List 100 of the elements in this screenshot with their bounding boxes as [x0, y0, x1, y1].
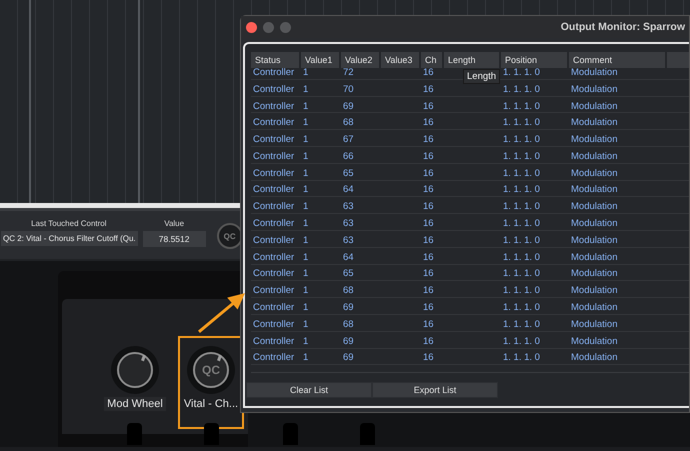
- pad-slot: [204, 423, 219, 445]
- column-header[interactable]: Ch: [421, 52, 442, 68]
- table-cell: Modulation: [571, 150, 618, 162]
- table-cell: 1. 1. 1. 0: [503, 218, 540, 230]
- table-cell: 65: [343, 268, 354, 280]
- column-header[interactable]: Comment: [569, 52, 665, 68]
- table-cell: Modulation: [571, 117, 618, 128]
- table-cell: 68: [343, 117, 354, 128]
- table-cell: 69: [343, 100, 354, 112]
- table-cell: 63: [343, 234, 354, 246]
- table-cell: 1: [303, 168, 308, 179]
- table-cell: Controller: [253, 318, 294, 330]
- table-cell: Modulation: [571, 285, 618, 296]
- table-cell: 1: [303, 318, 308, 330]
- table-cell: 16: [423, 168, 434, 179]
- column-header[interactable]: Value3: [381, 52, 419, 68]
- column-header: [667, 52, 689, 68]
- column-header[interactable]: Status: [251, 52, 299, 68]
- qc-button[interactable]: QC: [216, 223, 243, 249]
- table-cell: Controller: [253, 100, 294, 112]
- table-cell: Modulation: [571, 336, 618, 347]
- table-cell: 16: [423, 134, 434, 146]
- table-cell: 1: [303, 268, 308, 280]
- table-cell: 69: [343, 352, 354, 364]
- table-cell: Controller: [253, 302, 294, 314]
- column-header[interactable]: Position: [501, 52, 567, 68]
- table-cell: Modulation: [571, 268, 618, 280]
- table-cell: 16: [423, 352, 434, 364]
- table-cell: 1. 1. 1. 0: [503, 100, 540, 112]
- table-cell: 1. 1. 1. 0: [503, 352, 540, 364]
- table-cell: 16: [423, 66, 434, 78]
- table-cell: 1. 1. 1. 0: [503, 66, 540, 78]
- table-cell: 1. 1. 1. 0: [503, 134, 540, 146]
- table-cell: 65: [343, 168, 354, 179]
- table-cell: 16: [423, 336, 434, 347]
- table-cell: 1: [303, 66, 308, 78]
- table-cell: 1. 1. 1. 0: [503, 336, 540, 347]
- table-cell: 63: [343, 218, 354, 230]
- table-cell: Controller: [253, 268, 294, 280]
- table-cell: 1. 1. 1. 0: [503, 252, 540, 263]
- column-header[interactable]: Length: [444, 52, 499, 68]
- table-cell: 72: [343, 66, 354, 78]
- table-cell: Modulation: [571, 66, 618, 78]
- knob-label: Mod Wheel: [104, 397, 166, 411]
- table-cell: Modulation: [571, 302, 618, 314]
- table-cell: Controller: [253, 168, 294, 179]
- table-cell: 68: [343, 318, 354, 330]
- table-cell: 16: [423, 318, 434, 330]
- value-field: 78.5512: [142, 231, 206, 247]
- table-cell: 68: [343, 285, 354, 296]
- last-touched-label: Last Touched Control: [31, 219, 107, 228]
- table-cell: 16: [423, 201, 434, 212]
- table-cell: 16: [423, 234, 434, 246]
- table-cell: 16: [423, 218, 434, 230]
- column-header[interactable]: Value2: [341, 52, 379, 68]
- table-cell: 16: [423, 268, 434, 280]
- table-cell: Controller: [253, 352, 294, 364]
- table-cell: 1: [303, 336, 308, 347]
- table-cell: 1. 1. 1. 0: [503, 201, 540, 212]
- table-cell: Controller: [253, 218, 294, 230]
- table-cell: Controller: [253, 252, 294, 263]
- table-cell: 1. 1. 1. 0: [503, 168, 540, 179]
- list-button[interactable]: Export List: [372, 382, 498, 398]
- table-cell: 16: [423, 150, 434, 162]
- table-cell: 64: [343, 184, 354, 196]
- table-cell: 70: [343, 84, 354, 95]
- close-button[interactable]: [246, 22, 257, 32]
- table-cell: 1: [303, 218, 308, 230]
- table-cell: 1: [303, 201, 308, 212]
- column-header[interactable]: Value1: [301, 52, 339, 68]
- table-cell: 16: [423, 184, 434, 196]
- table-cell: 69: [343, 302, 354, 314]
- table-cell: 16: [423, 285, 434, 296]
- tooltip: Length: [463, 69, 500, 84]
- table-cell: 1. 1. 1. 0: [503, 150, 540, 162]
- knob[interactable]: [111, 346, 159, 394]
- table-cell: Modulation: [571, 352, 618, 364]
- table-cell: Modulation: [571, 234, 618, 246]
- table-cell: 16: [423, 302, 434, 314]
- table-cell: 1: [303, 252, 308, 263]
- knob-label: Vital - Ch...: [182, 397, 240, 411]
- table-cell: Controller: [253, 336, 294, 347]
- table-cell: 1: [303, 84, 308, 95]
- last-touched-field: QC 2: Vital - Chorus Filter Cutoff (Qu.: [1, 231, 138, 246]
- table-cell: 1: [303, 134, 308, 146]
- table-cell: 69: [343, 336, 354, 347]
- table-cell: 1. 1. 1. 0: [503, 184, 540, 196]
- table-cell: 1. 1. 1. 0: [503, 84, 540, 95]
- table-cell: 1: [303, 302, 308, 314]
- window-title: Output Monitor: Sparrow: [560, 21, 685, 33]
- table-cell: 1: [303, 285, 308, 296]
- knob-face-label: QC: [202, 363, 220, 377]
- table-cell: 1: [303, 184, 308, 196]
- table-cell: Modulation: [571, 100, 618, 112]
- table-cell: 1: [303, 234, 308, 246]
- table-cell: 16: [423, 84, 434, 95]
- table-cell: 1. 1. 1. 0: [503, 302, 540, 314]
- table-cell: 64: [343, 252, 354, 263]
- table-cell: Controller: [253, 201, 294, 212]
- list-button[interactable]: Clear List: [246, 382, 372, 398]
